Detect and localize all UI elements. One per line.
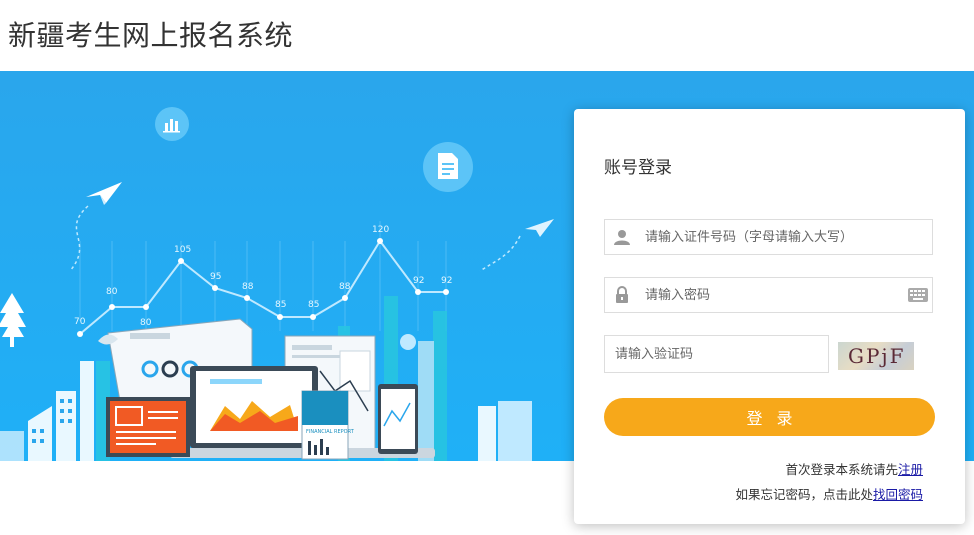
- tablet-illustration: [378, 384, 418, 454]
- chart-label: 85: [275, 300, 286, 310]
- orange-panel: [106, 397, 190, 457]
- password-input[interactable]: [645, 278, 885, 312]
- chart-label: 92: [413, 276, 424, 286]
- register-prompt: 首次登录本系统请先: [785, 462, 898, 477]
- captcha-image[interactable]: GPjF: [838, 342, 914, 370]
- captcha-text: GPjF: [848, 344, 906, 368]
- login-button[interactable]: 登录: [604, 398, 935, 436]
- captcha-input[interactable]: [615, 336, 815, 372]
- forgot-line: 如果忘记密码，点击此处找回密码: [735, 484, 923, 503]
- keyboard-icon[interactable]: [908, 288, 928, 302]
- svg-text:FINANCIAL REPORT: FINANCIAL REPORT: [306, 429, 355, 435]
- chart-label: 92: [441, 276, 452, 286]
- login-card: 账号登录 GPjF 登录 首次登录本系统请先注册 如果忘记密码，点击此处找回密码: [574, 109, 965, 524]
- forgot-prompt: 如果忘记密码，点击此处: [735, 487, 873, 502]
- chart-label: 80: [106, 287, 118, 297]
- chart-label: 85: [308, 300, 319, 310]
- chart-label: 88: [242, 282, 254, 292]
- register-line: 首次登录本系统请先注册: [785, 459, 923, 478]
- captcha-field[interactable]: [604, 335, 829, 373]
- forgot-password-link[interactable]: 找回密码: [873, 487, 923, 502]
- paper-plane-icon: [69, 182, 122, 272]
- chart-label: 95: [210, 272, 221, 282]
- paper-plane-icon: [479, 219, 554, 272]
- chart-label: 88: [339, 282, 351, 292]
- password-field[interactable]: [604, 277, 933, 313]
- chart-label: 105: [174, 245, 191, 255]
- site-title: 新疆考生网上报名系统: [8, 19, 294, 52]
- chart-label: 120: [372, 225, 389, 235]
- financial-report: FINANCIAL REPORT: [301, 390, 355, 460]
- id-number-field[interactable]: [604, 219, 933, 255]
- lock-icon: [616, 286, 628, 303]
- id-number-input[interactable]: [645, 220, 885, 254]
- login-title: 账号登录: [604, 158, 672, 178]
- register-link[interactable]: 注册: [898, 462, 923, 477]
- chart-label: 70: [74, 317, 86, 327]
- tree-icon: [0, 293, 26, 347]
- header: 新疆考生网上报名系统: [0, 0, 974, 71]
- user-icon: [614, 230, 630, 245]
- chart-label: 80: [140, 318, 152, 328]
